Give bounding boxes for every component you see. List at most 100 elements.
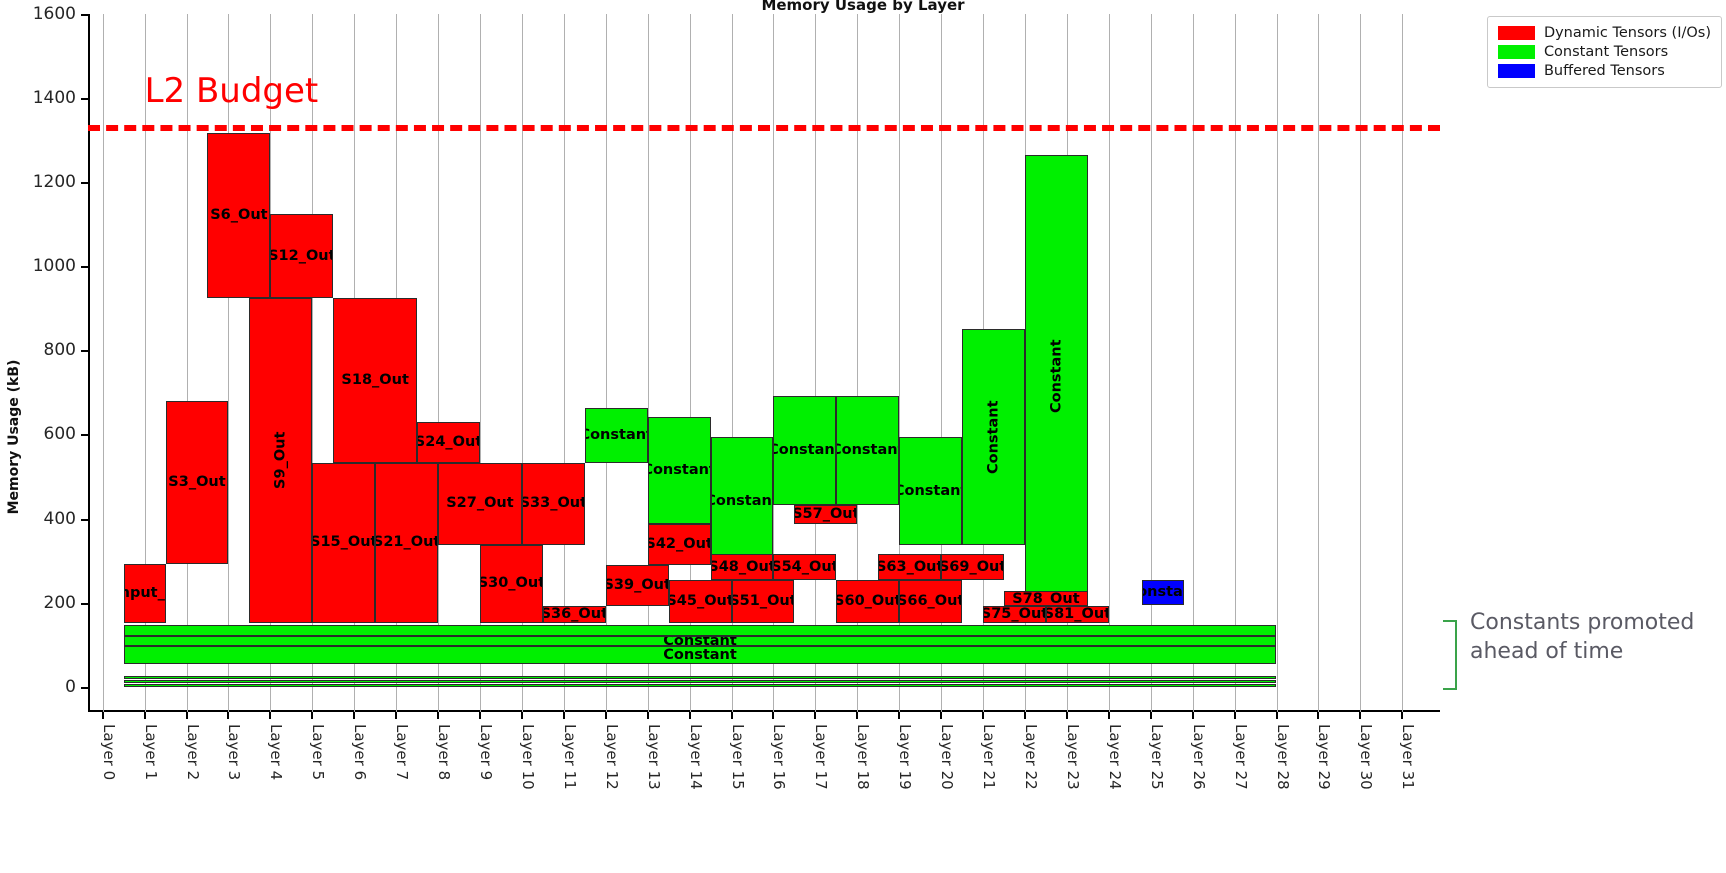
memory-block	[123, 624, 1277, 636]
x-tick-mark	[772, 712, 775, 719]
memory-block: S39_Out	[605, 564, 669, 607]
memory-block-label: S54_Out	[773, 558, 837, 575]
x-tick-label: Layer 23	[1063, 724, 1082, 790]
memory-block	[123, 675, 1277, 680]
memory-block: S51_Out	[731, 579, 795, 623]
memory-block-label: S51_Out	[731, 592, 795, 609]
y-tick-label: 600	[43, 424, 76, 445]
x-tick-mark	[1401, 712, 1404, 719]
legend-label: Constant Tensors	[1543, 43, 1669, 60]
x-tick-mark	[814, 712, 817, 719]
memory-block-label: S6_Out	[210, 206, 268, 223]
x-tick-mark	[1359, 712, 1362, 719]
y-tick-label: 1200	[32, 172, 76, 193]
x-tick-mark	[395, 712, 398, 719]
promotion-annotation: Constants promoted ahead of time	[1470, 610, 1695, 665]
memory-block-label: Input_1	[125, 585, 165, 602]
legend-label: Dynamic Tensors (I/Os)	[1543, 24, 1711, 41]
x-tick-label: Layer 13	[644, 724, 663, 790]
gridline	[1234, 14, 1236, 712]
x-tick-label: Layer 11	[560, 724, 579, 790]
y-tick-mark	[81, 602, 88, 605]
x-tick-label: Layer 14	[686, 724, 705, 790]
y-tick-label: 400	[43, 508, 76, 529]
memory-block: Input_1	[123, 563, 166, 623]
memory-block-label: Constant	[663, 646, 737, 663]
gridline	[438, 14, 440, 712]
x-tick-label: Layer 3	[225, 724, 244, 781]
memory-block: S3_Out	[165, 400, 229, 564]
memory-block-label: Constant	[985, 400, 1002, 474]
x-tick-mark	[143, 712, 146, 719]
memory-block: S6_Out	[207, 132, 271, 298]
memory-block: Constant	[710, 437, 774, 565]
memory-block-label: S39_Out	[605, 577, 669, 594]
x-tick-label: Layer 16	[770, 724, 789, 790]
memory-block: S30_Out	[479, 544, 543, 623]
memory-block: Constant	[962, 329, 1025, 545]
y-tick-label: 0	[65, 676, 76, 697]
x-tick-mark	[562, 712, 565, 719]
memory-block-label: S24_Out	[417, 434, 480, 450]
x-tick-mark	[856, 712, 859, 719]
l2-budget-line	[88, 125, 1440, 132]
x-tick-label: Layer 25	[1147, 724, 1166, 790]
x-tick-mark	[1233, 712, 1236, 719]
legend-swatch	[1497, 25, 1535, 40]
memory-block-label: S42_Out	[647, 535, 711, 552]
x-tick-label: Layer 29	[1315, 724, 1334, 790]
memory-block-label: Constant	[1048, 339, 1065, 413]
x-tick-mark	[688, 712, 691, 719]
y-tick-mark	[81, 434, 88, 437]
memory-block-label: Constant	[712, 492, 773, 509]
memory-block-label: S48_Out	[710, 558, 774, 575]
y-tick-label: 800	[43, 340, 76, 361]
y-tick-mark	[81, 266, 88, 269]
x-tick-mark	[1191, 712, 1194, 719]
x-tick-label: Layer 27	[1231, 724, 1250, 790]
y-tick-mark	[81, 182, 88, 185]
y-tick-mark	[81, 350, 88, 353]
memory-block: S45_Out	[668, 579, 732, 623]
gridline	[186, 14, 188, 712]
gridline	[228, 14, 230, 712]
memory-block: S12_Out	[270, 214, 334, 298]
memory-block: S24_Out	[417, 421, 480, 463]
x-tick-label: Layer 15	[728, 724, 747, 790]
promotion-bracket	[1443, 620, 1457, 690]
y-axis-label: Memory Usage (kB)	[6, 359, 22, 514]
memory-block-label: S36_Out	[542, 606, 606, 623]
memory-block-label: S75_Out	[983, 606, 1046, 623]
gridline	[1192, 14, 1194, 712]
memory-block: S60_Out	[836, 579, 900, 623]
x-tick-label: Layer 19	[896, 724, 915, 790]
memory-block: Constant	[1024, 155, 1088, 597]
x-tick-mark	[940, 712, 943, 719]
memory-block: S78_Out	[1004, 591, 1088, 607]
memory-block-label: Constant	[649, 462, 710, 479]
memory-block-label: S69_Out	[941, 558, 1004, 575]
y-tick-label: 1600	[32, 4, 76, 24]
memory-block-label: S21_Out	[375, 534, 439, 551]
l2-budget-label: L2 Budget	[144, 71, 319, 112]
legend-label: Buffered Tensors	[1543, 62, 1665, 79]
x-tick-mark	[227, 712, 230, 719]
memory-block-label: S33_Out	[521, 495, 585, 512]
y-tick-mark	[81, 14, 88, 16]
legend-swatch	[1497, 44, 1535, 59]
x-tick-mark	[604, 712, 607, 719]
memory-block: S18_Out	[333, 297, 418, 463]
x-tick-mark	[898, 712, 901, 719]
memory-block-label: Constant	[837, 442, 898, 459]
x-tick-label: Layer 0	[99, 724, 118, 781]
memory-block-label: S78_Out	[1012, 591, 1080, 607]
legend-swatch	[1497, 63, 1535, 78]
legend-item: Dynamic Tensors (I/Os)	[1497, 23, 1711, 42]
gridline	[102, 14, 104, 712]
x-tick-label: Layer 7	[393, 724, 412, 781]
memory-block-label: S18_Out	[341, 371, 409, 388]
memory-block: S48_Out	[710, 554, 774, 580]
x-tick-label: Layer 8	[435, 724, 454, 781]
gridline	[605, 14, 607, 712]
memory-block: S9_Out	[249, 297, 313, 623]
